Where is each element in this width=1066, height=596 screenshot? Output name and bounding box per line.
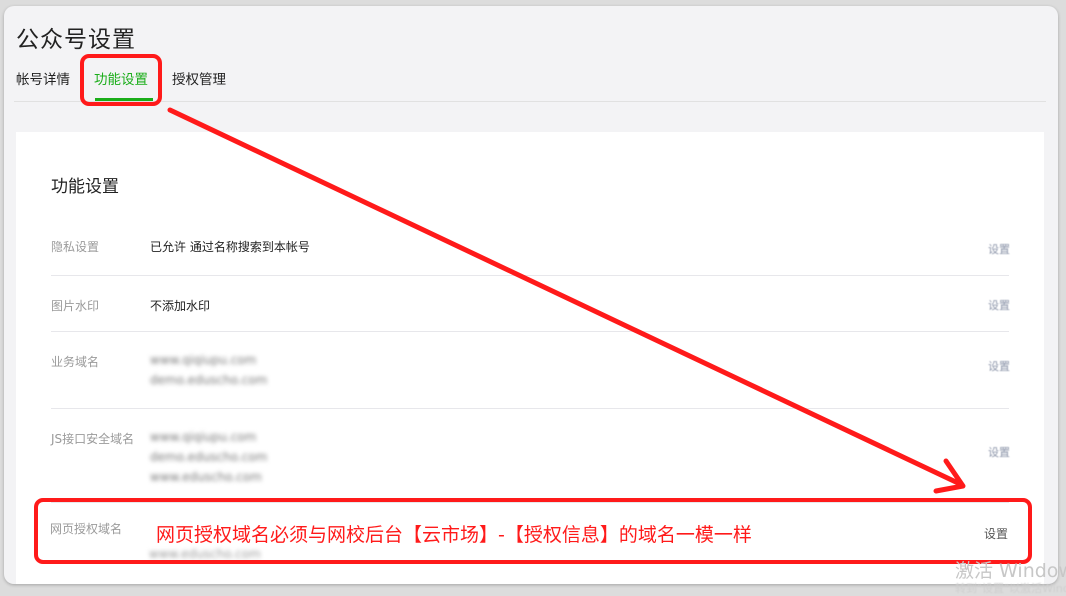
domain-value: demo.eduscho.com [150, 450, 268, 464]
row-label: JS接口安全域名 [51, 432, 135, 446]
js-domain-setting-link[interactable]: 设置 [988, 444, 1010, 460]
tab-account-details[interactable]: 帐号详情 [16, 68, 70, 88]
windows-activation-subtext: 转到"设置"以激活Windows。 [955, 582, 1066, 595]
windows-activation-watermark: 激活 Windows [955, 560, 1066, 582]
privacy-setting-link[interactable]: 设置 [988, 241, 1010, 257]
tab-highlight-box [80, 54, 162, 106]
row-label: 图片水印 [51, 299, 100, 313]
domain-value: www.qiqiupu.com [150, 430, 257, 444]
annotation-text: 网页授权域名必须与网校后台【云市场】-【授权信息】的域名一模一样 [156, 524, 752, 546]
row-value: 已允许 通过名称搜索到本帐号 [150, 240, 310, 254]
domain-value: www.qiqiupu.com [150, 353, 257, 367]
row-watermark: 图片水印 不添加水印 设置 [51, 275, 1010, 332]
row-business-domain: 业务域名 www.qiqiupu.com demo.eduscho.com 设置 [51, 331, 1010, 409]
row-label: 业务域名 [51, 355, 100, 369]
row-privacy: 隐私设置 已允许 通过名称搜索到本帐号 设置 [51, 238, 1010, 276]
tab-divider [14, 101, 1046, 102]
domain-value: www.eduscho.com [150, 470, 262, 484]
row-label: 隐私设置 [51, 240, 100, 254]
page-title: 公众号设置 [16, 27, 136, 53]
business-domain-setting-link[interactable]: 设置 [988, 358, 1010, 374]
domain-value: demo.eduscho.com [150, 373, 268, 387]
card-title: 功能设置 [51, 177, 119, 197]
watermark-setting-link[interactable]: 设置 [988, 297, 1010, 313]
row-value: 不添加水印 [150, 299, 211, 313]
row-js-domain: JS接口安全域名 www.qiqiupu.com demo.eduscho.co… [51, 408, 1010, 503]
tab-authorization[interactable]: 授权管理 [172, 68, 226, 88]
